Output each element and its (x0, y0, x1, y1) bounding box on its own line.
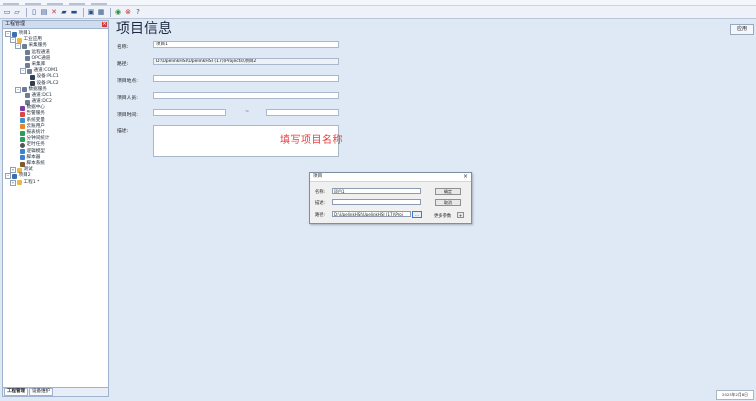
dialog-path-label: 路径: (315, 213, 326, 218)
open-icon[interactable]: ▱ (13, 8, 21, 16)
dialog-close-icon[interactable]: × (463, 173, 468, 181)
folder-icon[interactable]: ▬ (70, 8, 78, 16)
path-label: 路径: (117, 62, 129, 67)
device-icon (30, 81, 35, 87)
channel-icon (25, 93, 30, 99)
dialog-name-label: 名称: (315, 190, 326, 195)
dialog-desc-label: 描述: (315, 201, 326, 206)
save-icon[interactable]: ▣ (87, 8, 95, 16)
location-field[interactable] (153, 75, 339, 82)
toolbar-separator (110, 7, 111, 17)
library-icon (25, 62, 30, 68)
panel-title-bar: 工程管理 × (3, 21, 108, 29)
channel-icon (27, 68, 32, 74)
cancel-button[interactable]: 取消 (435, 199, 461, 206)
main-toolbar: ▭ ▱ ▯ ▤ ✕ ▰ ▬ ▣ ▦ ◉ ⊗ ? (0, 6, 756, 19)
path-field[interactable]: D:\UpelinkHSI\UpelinkHSI (17)\Projects\项… (153, 58, 339, 65)
project-manager-panel: 工程管理 × − 项目1 − 工业应用 − 采集服务 远程通道 OPC通道 采集库 −… (2, 20, 109, 397)
panel-title: 工程管理 (5, 21, 26, 27)
folder-icon (17, 167, 22, 173)
more-params-button[interactable]: + (457, 211, 464, 218)
description-label: 描述: (117, 129, 129, 134)
time-label: 项目时间: (117, 113, 138, 118)
instruction-annotation: 填写项目名称 (280, 135, 343, 146)
status-date: 2023年2月8日 (716, 390, 754, 400)
tab-project-manager[interactable]: 工程管理 (4, 388, 28, 396)
collapse-icon[interactable]: − (5, 173, 11, 180)
channel-icon (25, 99, 30, 105)
device-icon (30, 74, 35, 80)
collapse-icon[interactable]: − (20, 68, 26, 75)
tree-item-project1-modified[interactable]: + 工程1 * (3, 180, 108, 186)
collapse-icon[interactable]: − (10, 37, 16, 44)
new-icon[interactable]: ▭ (3, 8, 11, 16)
tab-device-maintenance[interactable]: 设备维护 (29, 388, 53, 396)
stop-icon[interactable]: ⊗ (124, 8, 132, 16)
script-icon (20, 161, 25, 167)
folder-icon (17, 37, 22, 43)
browse-button[interactable]: ... (412, 210, 422, 218)
ok-button[interactable]: 确定 (435, 188, 461, 195)
dialog-path-field[interactable]: D:\UpelinkHSI\UpelinkHSI (17)\Proj (332, 211, 411, 217)
dialog-name-field[interactable]: 项目1 (332, 188, 421, 194)
project-icon (12, 173, 17, 179)
variable-icon (20, 118, 25, 124)
logic-icon (20, 149, 25, 155)
more-params-label: 更多参数 (434, 214, 452, 219)
service-icon (22, 43, 27, 49)
collapse-icon[interactable]: − (5, 31, 11, 38)
alarm-icon (20, 112, 25, 118)
user-icon (20, 124, 25, 130)
print-icon[interactable]: ▤ (40, 8, 48, 16)
time-separator: ~ (245, 109, 250, 115)
channel-icon (25, 56, 30, 62)
help-icon[interactable]: ? (134, 8, 142, 16)
apply-button[interactable]: 应用 (730, 24, 754, 35)
end-time-field[interactable] (266, 109, 339, 116)
dialog-title: 项目 (313, 174, 323, 179)
report-icon (20, 130, 25, 136)
person-field[interactable] (153, 92, 339, 99)
page-title: 项目信息 (116, 21, 172, 37)
person-label: 项目人员: (117, 96, 138, 101)
dialog-title-bar: 项目 × (310, 173, 471, 182)
project-icon (12, 31, 17, 37)
collapse-icon[interactable]: − (15, 43, 21, 50)
service-icon (22, 87, 27, 93)
database-icon (20, 105, 25, 111)
folder-icon (17, 180, 22, 186)
expand-icon[interactable]: + (10, 167, 16, 174)
clock-icon (20, 142, 25, 148)
toolbar-separator (83, 7, 84, 17)
refresh-icon[interactable]: ◉ (114, 8, 122, 16)
delete-icon[interactable]: ✕ (50, 8, 58, 16)
script-icon (20, 155, 25, 161)
start-time-field[interactable] (153, 109, 226, 116)
location-label: 项目地点: (117, 79, 138, 84)
new-project-dialog: 项目 × 名称: 项目1 描述: 路径: D:\UpelinkHSI\Upeli… (309, 172, 472, 224)
dialog-desc-field[interactable] (332, 199, 421, 205)
save-as-icon[interactable]: ▦ (97, 8, 105, 16)
collapse-icon[interactable]: − (15, 86, 21, 93)
folder-open-icon[interactable]: ▰ (60, 8, 68, 16)
expand-icon[interactable]: + (10, 179, 16, 186)
panel-tabs: 工程管理 设备维护 (3, 387, 108, 396)
stats-icon (20, 136, 25, 142)
name-label: 名称: (117, 45, 129, 50)
panel-close-icon[interactable]: × (102, 22, 107, 27)
project-tree: − 项目1 − 工业应用 − 采集服务 远程通道 OPC通道 采集库 − 通道:COM1… (3, 29, 108, 186)
channel-icon (25, 50, 30, 56)
toolbar-separator (26, 7, 27, 17)
save-doc-icon[interactable]: ▯ (30, 8, 38, 16)
name-field[interactable]: 项目1 (153, 41, 339, 48)
